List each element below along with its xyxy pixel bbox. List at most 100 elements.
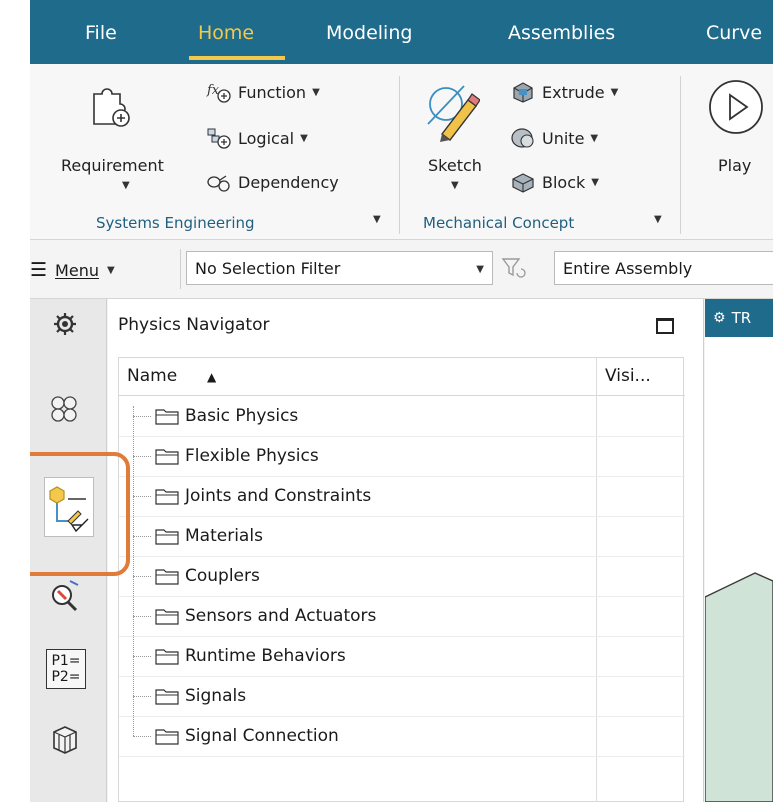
menu-dropdown-caret: ▼ [106, 264, 115, 276]
unite-icon [511, 128, 534, 148]
resource-bar-inspect[interactable] [44, 575, 86, 617]
unite-dropdown-caret[interactable]: ▼ [590, 133, 598, 144]
part-cube-icon [53, 726, 77, 754]
tree-node[interactable]: Signals [133, 676, 246, 716]
tree-connector [133, 615, 151, 617]
resource-bar-parameters[interactable]: P1= P2= [46, 649, 86, 689]
unite-label: Unite [542, 128, 585, 148]
active-tab-indicator [189, 56, 285, 60]
folder-icon [155, 689, 179, 705]
toolbar-separator [180, 249, 181, 289]
requirement-dropdown-caret[interactable]: ▼ [122, 180, 130, 191]
selection-toolbar: ☰ Menu ▼ No Selection Filter ▼ Entire As… [30, 241, 773, 299]
tree-node[interactable]: Basic Physics [133, 396, 298, 436]
column-header-name[interactable]: Name [127, 366, 177, 386]
function-dropdown-caret[interactable]: ▼ [312, 87, 320, 98]
tree-connector [133, 575, 151, 577]
unite-button[interactable]: Unite ▼ [510, 126, 598, 150]
row-separator [119, 756, 685, 757]
menu-button[interactable]: ☰ Menu ▼ [30, 259, 115, 281]
extrude-label: Extrude [542, 82, 605, 102]
mechanical-concept-group-caret[interactable]: ▼ [654, 214, 662, 225]
tree-connector [133, 495, 151, 497]
graphics-window[interactable]: ⚙ TR [705, 299, 773, 802]
dependency-button[interactable]: Dependency [206, 170, 339, 194]
tree-node-label: Basic Physics [185, 406, 299, 426]
tree-node[interactable]: Flexible Physics [133, 436, 319, 476]
physics-navigator-panel: Physics Navigator Name ▲ Visi... Basic P… [108, 299, 704, 802]
column-header-visible[interactable]: Visi... [605, 366, 651, 386]
tree-node[interactable]: Materials [133, 516, 263, 556]
app-window: File Home Modeling Assemblies Curve Requ… [30, 0, 773, 802]
tree-connector [133, 455, 151, 457]
sketch-dropdown-caret[interactable]: ▼ [451, 180, 459, 191]
settings-gear-icon [54, 313, 76, 335]
menu-label: Menu [55, 260, 99, 280]
ribbon-separator [399, 76, 400, 234]
function-button[interactable]: fx Function ▼ [206, 80, 320, 104]
systems-engineering-group-caret[interactable]: ▼ [373, 214, 381, 225]
scope-dropdown[interactable]: Entire Assembly [554, 251, 773, 285]
tab-curve[interactable]: Curve [706, 22, 762, 44]
tree-node-label: Materials [185, 526, 263, 546]
tab-file[interactable]: File [85, 22, 117, 44]
group-label-mechanical-concept: Mechanical Concept [423, 214, 575, 232]
block-label: Block [542, 172, 586, 192]
logical-button[interactable]: Logical ▼ [206, 126, 308, 150]
resource-bar-settings[interactable] [44, 303, 86, 345]
parameters-label-p2: P2= [51, 669, 81, 685]
menu-tab-bar: File Home Modeling Assemblies Curve [30, 0, 773, 64]
highlight-annotation [30, 452, 130, 576]
assembly-tab-icon: ⚙ [713, 310, 726, 326]
3d-model-shape [705, 572, 773, 802]
tree-node-label: Couplers [185, 566, 260, 586]
sketch-pencil-icon [427, 85, 480, 142]
tab-modeling[interactable]: Modeling [326, 22, 412, 44]
tree-connector [133, 735, 151, 737]
logical-icon [207, 128, 231, 149]
tree-connector [133, 415, 151, 417]
folder-icon [155, 489, 179, 505]
tree-connector [133, 695, 151, 697]
tree-node[interactable]: Couplers [133, 556, 260, 596]
tree-node-label: Flexible Physics [185, 446, 319, 466]
folder-icon [155, 529, 179, 545]
tree-node[interactable]: Runtime Behaviors [133, 636, 346, 676]
filter-reset-icon[interactable] [500, 255, 526, 281]
graphics-tab-label: TR [731, 309, 752, 327]
tree-node[interactable]: Signal Connection [133, 716, 339, 756]
extrude-icon [513, 82, 533, 103]
logical-dropdown-caret[interactable]: ▼ [300, 133, 308, 144]
puzzle-piece-icon [93, 88, 130, 127]
graphics-tab[interactable]: ⚙ TR [705, 299, 773, 337]
sketch-label: Sketch [428, 156, 482, 175]
selection-filter-caret: ▼ [476, 264, 484, 275]
tab-home[interactable]: Home [198, 22, 254, 44]
scope-value: Entire Assembly [563, 258, 693, 278]
parameters-label-p1: P1= [51, 653, 81, 669]
tree-node-label: Joints and Constraints [185, 486, 372, 506]
extrude-dropdown-caret[interactable]: ▼ [611, 87, 619, 98]
navigator-table: Name ▲ Visi... Basic Physics Flexible Ph… [118, 357, 685, 802]
play-icon [709, 80, 763, 134]
selection-filter-value: No Selection Filter [195, 258, 341, 278]
group-label-systems-engineering: Systems Engineering [96, 214, 255, 232]
inspect-icon [52, 580, 79, 612]
tab-assemblies[interactable]: Assemblies [508, 22, 615, 44]
selection-filter-dropdown[interactable]: No Selection Filter ▼ [186, 251, 493, 285]
tree-node-label: Runtime Behaviors [185, 646, 346, 666]
navigator-title: Physics Navigator [118, 315, 270, 335]
tree-node[interactable]: Joints and Constraints [133, 476, 371, 516]
resource-bar-assembly-navigator[interactable] [44, 389, 86, 431]
tree-node[interactable]: Sensors and Actuators [133, 596, 376, 636]
maximize-icon[interactable] [656, 318, 674, 334]
resource-bar-part[interactable] [44, 719, 86, 761]
tree-connector [133, 535, 151, 537]
function-icon: fx [206, 83, 231, 103]
extrude-button[interactable]: Extrude ▼ [510, 80, 618, 104]
tree-node-label: Sensors and Actuators [185, 606, 377, 626]
block-dropdown-caret[interactable]: ▼ [591, 177, 599, 188]
tree-node-label: Signal Connection [185, 726, 339, 746]
sort-ascending-icon: ▲ [207, 370, 217, 384]
block-button[interactable]: Block ▼ [510, 170, 599, 194]
